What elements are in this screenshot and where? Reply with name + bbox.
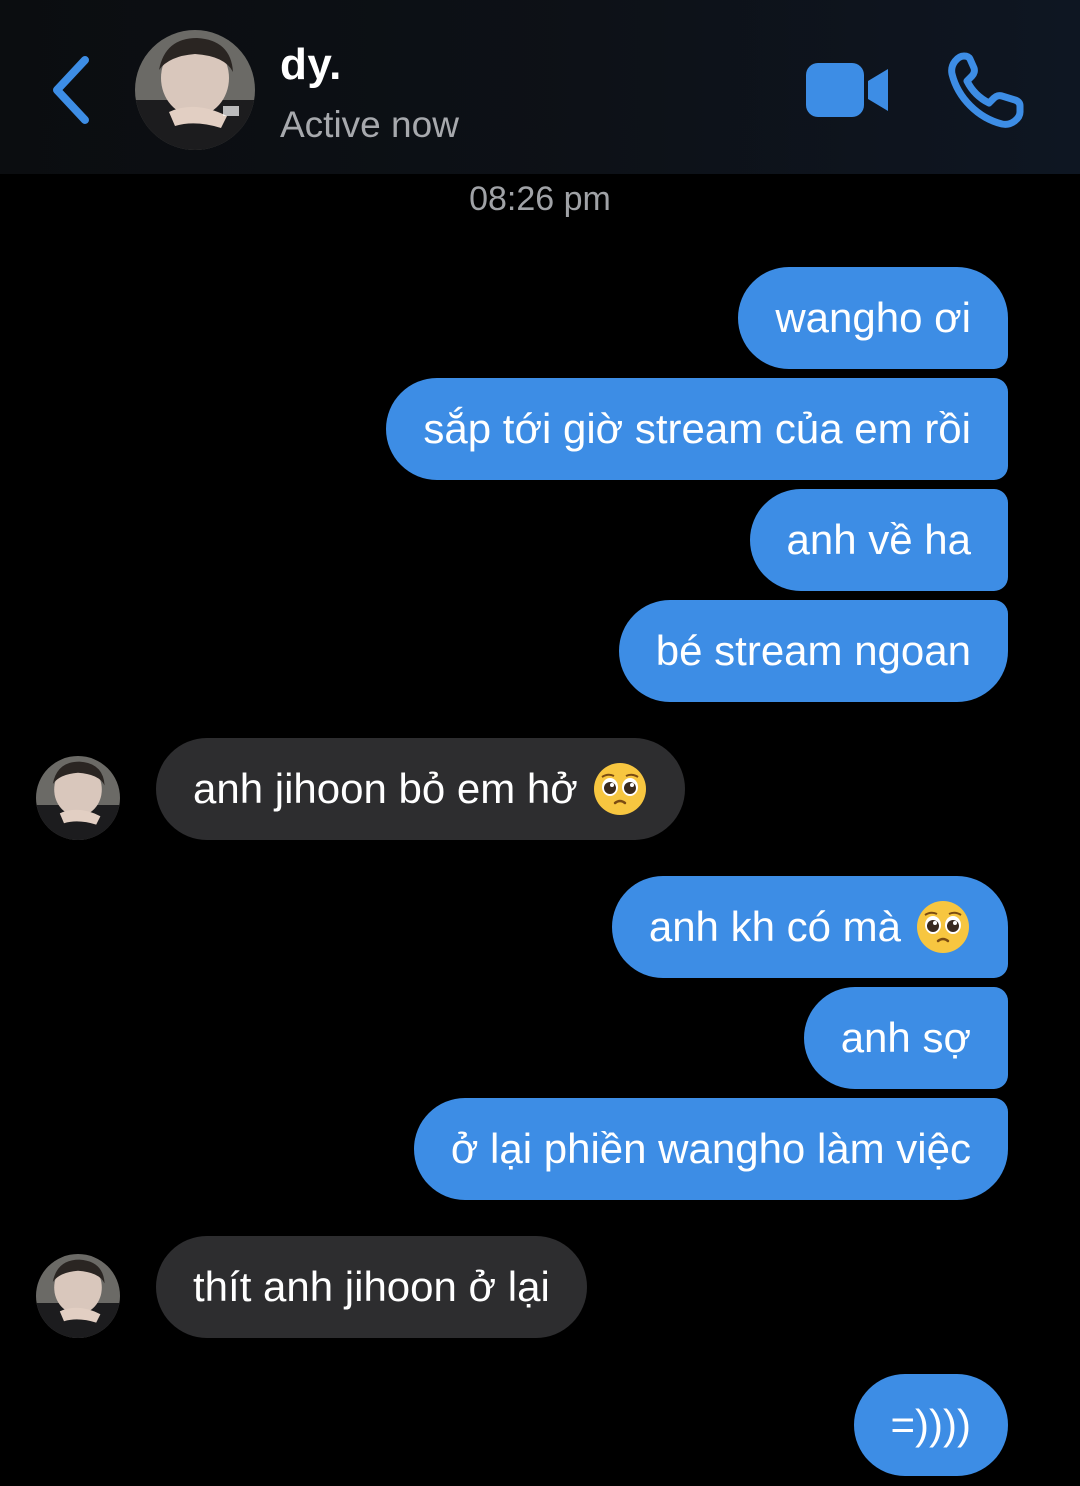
message-row: anh kh có mà <box>0 876 1080 978</box>
message-row: bé stream ngoan <box>0 600 1080 702</box>
message-text: anh kh có mà <box>648 903 901 950</box>
contact-name[interactable]: dy. <box>280 40 342 90</box>
sent-message-bubble[interactable]: wangho ơi <box>738 267 1008 369</box>
sent-message-bubble[interactable]: =)))) <box>853 1374 1008 1476</box>
message-row: =)))) <box>0 1374 1080 1476</box>
message-text: anh về ha <box>786 516 972 563</box>
sent-message-bubble[interactable]: anh sợ <box>803 987 1008 1089</box>
received-message-bubble[interactable]: anh jihoon bỏ em hở <box>156 738 685 840</box>
video-camera-icon <box>806 63 888 117</box>
message-timestamp: 08:26 pm <box>469 180 611 218</box>
sent-message-bubble[interactable]: sắp tới giờ stream của em rồi <box>386 378 1008 480</box>
sent-message-bubble[interactable]: bé stream ngoan <box>618 600 1008 702</box>
message-text: anh jihoon bỏ em hở <box>193 765 578 812</box>
message-text: ở lại phiền wangho làm việc <box>450 1125 971 1172</box>
chevron-left-icon <box>53 56 89 124</box>
phone-icon <box>948 52 1024 128</box>
sent-message-bubble[interactable]: anh về ha <box>749 489 1008 591</box>
message-row: anh jihoon bỏ em hở <box>0 738 1080 840</box>
message-row: thít anh jihoon ở lại <box>0 1236 1080 1338</box>
contact-avatar[interactable] <box>135 30 255 150</box>
chat-screen: dy. Active now 08:26 pm wangho ơi sắp tớ… <box>0 0 1080 1486</box>
message-row: wangho ơi <box>0 267 1080 369</box>
sender-avatar[interactable] <box>36 1254 120 1338</box>
message-row: anh sợ <box>0 987 1080 1089</box>
pleading-face-emoji <box>917 901 969 953</box>
active-status: Active now <box>280 104 459 145</box>
received-message-bubble[interactable]: thít anh jihoon ở lại <box>156 1236 587 1338</box>
voice-call-button[interactable] <box>944 50 1026 130</box>
back-button[interactable] <box>40 52 100 128</box>
sent-message-bubble[interactable]: anh kh có mà <box>611 876 1008 978</box>
message-text: thít anh jihoon ở lại <box>193 1263 550 1310</box>
message-text: bé stream ngoan <box>655 627 971 674</box>
message-text: sắp tới giờ stream của em rồi <box>423 405 971 452</box>
sender-avatar[interactable] <box>36 756 120 840</box>
sent-message-bubble[interactable]: ở lại phiền wangho làm việc <box>413 1098 1008 1200</box>
chat-header: dy. Active now <box>0 0 1080 174</box>
message-row: ở lại phiền wangho làm việc <box>0 1098 1080 1200</box>
message-text: wangho ơi <box>775 294 971 341</box>
message-row: anh về ha <box>0 489 1080 591</box>
message-text: =)))) <box>890 1401 971 1448</box>
pleading-face-emoji <box>593 763 646 815</box>
video-call-button[interactable] <box>800 55 896 125</box>
message-text: anh sợ <box>840 1014 971 1061</box>
message-row: sắp tới giờ stream của em rồi <box>0 378 1080 480</box>
